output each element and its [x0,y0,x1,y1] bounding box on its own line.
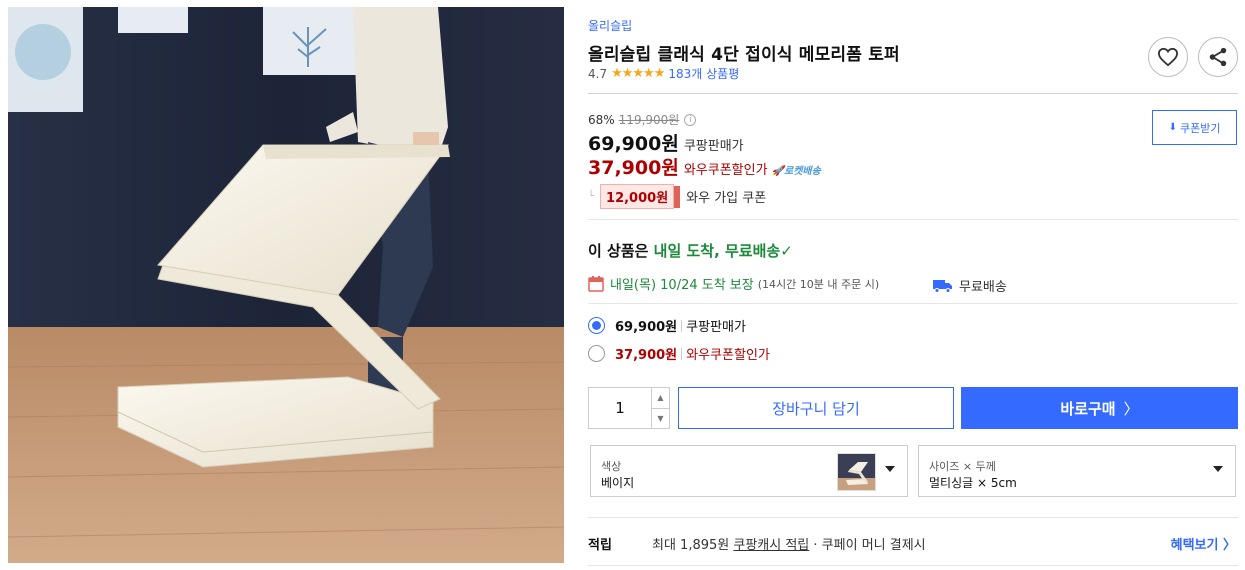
divider [588,93,1238,94]
quantity-down-icon[interactable]: ▼ [652,409,669,429]
wishlist-button[interactable] [1148,37,1188,77]
share-button[interactable] [1198,37,1238,77]
size-select[interactable]: 사이즈 × 두께 멀티싱글 × 5cm [918,445,1236,497]
radio-seller-price[interactable] [588,317,605,334]
quantity-input[interactable] [589,388,651,428]
price-option-seller[interactable]: 69,900원 쿠팡판매가 [588,316,746,335]
rating-score: 4.7 [588,66,608,81]
points-row: 적립 최대 1,895원 쿠팡캐시 적립 · 쿠페이 머니 결제시 혜택보기 〉 [588,534,1238,553]
coupang-cash-link[interactable]: 쿠팡캐시 적립 [733,538,809,553]
quantity-up-icon[interactable]: ▲ [652,388,669,409]
rating-row: 4.7 ★★★★★ 183개 상품평 [588,65,739,82]
delivery-note: (14시간 10분 내 주문 시) [757,277,880,291]
divider [588,565,1238,566]
option-separator [681,347,683,360]
option-label: 와우쿠폰할인가 [686,348,770,363]
color-select-value: 베이지 [601,476,635,490]
buy-now-button[interactable]: 바로구매 〉 [961,387,1238,429]
original-price: 119,900원 [618,113,680,127]
points-text-after: · 쿠페이 머니 결제시 [809,538,926,553]
product-title: 올리슬립 클래식 4단 접이식 메모리폼 토퍼 [588,45,900,65]
free-shipping: 무료배송 [933,276,1007,295]
brand-link[interactable]: 올리슬립 [588,17,632,34]
color-select-caption: 색상 [601,460,622,473]
size-select-caption: 사이즈 × 두께 [929,460,996,473]
delivery-headline: 이 상품은 내일 도착, 무료배송✓ [588,240,793,261]
product-image[interactable] [8,7,564,563]
calendar-icon [588,276,604,292]
review-count-link[interactable]: 183개 상품평 [668,65,739,82]
points-text-before: 최대 1,895원 [652,538,734,553]
option-separator [681,319,683,332]
coupon-amount: 12,000원 [600,184,675,209]
delivery-date-row: 내일(목) 10/24 도착 보장 (14시간 10분 내 주문 시) [588,274,879,293]
seller-price-label: 쿠팡판매가 [683,139,744,154]
caret-down-icon [1213,466,1223,472]
rocket-delivery-badge: 🚀로켓배송 [771,166,821,177]
option-price: 69,900원 [615,320,678,335]
buy-now-label: 바로구매 [1060,399,1116,418]
coupon-chip-tail [674,185,681,208]
size-select-value: 멀티싱글 × 5cm [929,476,1017,490]
download-icon: ⬇ [1168,122,1177,133]
elbow-connector-icon: └ [588,191,595,202]
product-info-panel: 올리슬립 올리슬립 클래식 4단 접이식 메모리폼 토퍼 4.7 ★★★★★ 1… [588,0,1238,570]
wow-price-label: 와우쿠폰할인가 [683,163,768,178]
discount-rate: 68% [588,112,615,127]
share-icon [1209,47,1227,67]
free-shipping-label: 무료배송 [959,280,1007,295]
points-description: 최대 1,895원 쿠팡캐시 적립 · 쿠페이 머니 결제시 [652,534,926,553]
discount-row: 68% 119,900원 i [588,111,697,128]
radio-wow-price[interactable] [588,345,605,362]
truck-icon [933,279,952,293]
seller-price-row: 69,900원 쿠팡판매가 [588,129,744,156]
coupon-download-button[interactable]: ⬇ 쿠폰받기 [1152,110,1237,145]
option-label: 쿠팡판매가 [686,320,746,335]
divider [588,219,1238,220]
wow-price-row: 37,900원 와우쿠폰할인가 🚀로켓배송 [588,153,821,180]
quantity-steps: ▲ ▼ [651,388,669,428]
delivery-date: 내일(목) 10/24 도착 보장 [610,278,754,293]
divider [588,517,1238,518]
benefits-link[interactable]: 혜택보기 〉 [1171,534,1236,553]
check-icon: ✓ [780,242,793,260]
quantity-stepper[interactable]: ▲ ▼ [588,387,670,429]
caret-down-icon [885,466,895,472]
price-option-wow[interactable]: 37,900원 와우쿠폰할인가 [588,344,770,363]
coupon-description: 와우 가입 쿠폰 [686,191,767,206]
coupon-download-label: 쿠폰받기 [1179,121,1221,135]
points-title: 적립 [588,538,612,553]
star-rating-icon: ★★★★★ [611,66,665,81]
seller-price: 69,900원 [588,133,679,155]
add-to-cart-button[interactable]: 장바구니 담기 [678,387,954,429]
product-thumbnail-image [838,454,875,490]
divider [588,303,1238,304]
heart-icon [1157,47,1179,67]
delivery-headline-prefix: 이 상품은 [588,242,654,260]
chevron-right-icon: 〉 [1123,399,1139,418]
wow-price: 37,900원 [588,157,679,179]
option-price: 37,900원 [615,348,678,363]
color-select[interactable]: 색상 베이지 [590,445,908,497]
wow-coupon-row: └ 12,000원 와우 가입 쿠폰 [588,184,766,209]
info-icon[interactable]: i [684,113,697,126]
delivery-headline-highlight: 내일 도착, 무료배송 [653,242,781,260]
color-thumbnail [837,453,876,491]
